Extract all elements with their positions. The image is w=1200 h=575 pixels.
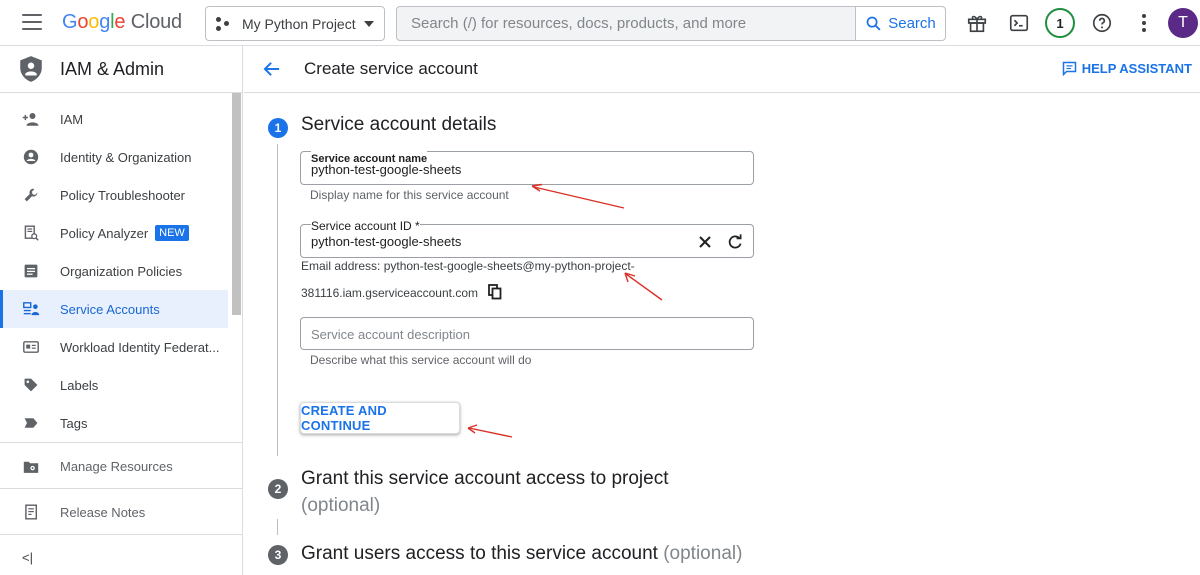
label-icon	[22, 376, 40, 394]
account-circle-icon	[22, 148, 40, 166]
service-account-name-field[interactable]: Service account name python-test-google-…	[300, 151, 754, 185]
clear-icon[interactable]	[695, 232, 715, 252]
step-number: 3	[268, 545, 288, 565]
nav-list: IAM Identity & Organization Policy Troub…	[0, 93, 242, 442]
sidebar-divider	[0, 534, 243, 535]
sidebar-item-manage-resources[interactable]: Manage Resources	[0, 447, 228, 485]
page-title: Create service account	[304, 59, 478, 78]
gift-icon[interactable]	[963, 9, 991, 37]
sidebar-divider	[0, 442, 243, 443]
google-cloud-logo[interactable]: Google Cloud	[62, 11, 182, 34]
more-vert-icon[interactable]	[1130, 9, 1158, 37]
copy-icon[interactable]	[488, 284, 504, 300]
new-badge: NEW	[155, 225, 189, 241]
sidebar-item-identity-organization[interactable]: Identity & Organization	[0, 138, 228, 176]
project-dots-icon	[216, 16, 232, 32]
cloud-shell-icon[interactable]	[1005, 9, 1033, 37]
sidebar-divider	[0, 488, 243, 489]
sidebar-item-tags[interactable]: Tags	[0, 404, 228, 442]
sidebar-item-workload-identity[interactable]: Workload Identity Federat...	[0, 328, 228, 366]
annotation-arrow	[531, 183, 625, 209]
step-connector	[277, 144, 278, 456]
sidebar-item-policy-troubleshooter[interactable]: Policy Troubleshooter	[0, 176, 228, 214]
sidebar-header: IAM & Admin	[0, 46, 242, 93]
chat-icon	[1062, 61, 1076, 76]
person-add-icon	[22, 110, 40, 128]
step-title: Service account details	[301, 114, 497, 135]
manage-resources-icon	[22, 457, 40, 475]
policy-list-icon	[22, 262, 40, 280]
document-search-icon	[22, 224, 40, 242]
service-account-id-field[interactable]: Service account ID * python-test-google-…	[300, 217, 754, 258]
back-arrow-icon[interactable]	[260, 57, 284, 81]
service-account-icon	[22, 300, 40, 318]
name-helper-text: Display name for this service account	[310, 188, 509, 202]
search-input[interactable]	[397, 7, 855, 40]
tag-icon	[22, 414, 40, 432]
description-helper-text: Describe what this service account will …	[310, 353, 532, 367]
top-app-bar: Google Cloud My Python Project Search 1 …	[0, 0, 1200, 46]
sidebar-title: IAM & Admin	[60, 58, 165, 79]
wrench-icon	[22, 186, 40, 204]
step-connector	[277, 519, 278, 535]
collapse-sidebar-button[interactable]: <|	[22, 550, 33, 565]
email-address-text: Email address: python-test-google-sheets…	[301, 259, 635, 273]
help-icon[interactable]	[1088, 9, 1116, 37]
main-menu-icon[interactable]	[22, 14, 42, 32]
search-bar: Search	[396, 6, 946, 41]
shield-person-icon	[20, 56, 42, 82]
step-title[interactable]: Grant this service account access to pro…	[301, 465, 669, 519]
search-button[interactable]: Search	[855, 7, 945, 40]
search-icon	[866, 16, 881, 31]
step-title[interactable]: Grant users access to this service accou…	[301, 543, 742, 565]
project-picker[interactable]: My Python Project	[205, 6, 385, 41]
refresh-icon[interactable]	[725, 232, 745, 252]
step-number: 2	[268, 479, 288, 499]
sidebar-item-service-accounts[interactable]: Service Accounts	[0, 290, 228, 328]
service-account-description-field[interactable]: Service account description	[300, 317, 754, 350]
sidebar-item-policy-analyzer[interactable]: Policy Analyzer NEW	[0, 214, 228, 252]
caret-down-icon	[364, 20, 374, 27]
sidebar-item-release-notes[interactable]: Release Notes	[0, 493, 228, 531]
sidebar-scrollbar[interactable]	[232, 93, 241, 315]
sidebar-item-iam[interactable]: IAM	[0, 100, 228, 138]
sidebar-item-organization-policies[interactable]: Organization Policies	[0, 252, 228, 290]
avatar[interactable]: T	[1168, 8, 1198, 38]
service-account-name-value: python-test-google-sheets	[311, 162, 462, 177]
step-number: 1	[268, 118, 288, 138]
sidebar-item-labels[interactable]: Labels	[0, 366, 228, 404]
help-assistant-button[interactable]: HELP ASSISTANT	[1062, 61, 1192, 76]
release-notes-icon	[22, 503, 40, 521]
notifications-badge[interactable]: 1	[1045, 8, 1075, 38]
sidebar: IAM & Admin IAM Identity & Organization …	[0, 46, 243, 575]
content-header: Create service account HELP ASSISTANT	[244, 46, 1200, 93]
service-account-id-value: python-test-google-sheets	[311, 234, 462, 249]
create-and-continue-button[interactable]: CREATE AND CONTINUE	[300, 402, 460, 434]
project-name: My Python Project	[242, 15, 356, 32]
email-address-domain: 381116.iam.gserviceaccount.com	[301, 286, 478, 300]
annotation-arrow	[467, 424, 513, 438]
id-card-icon	[22, 338, 40, 356]
